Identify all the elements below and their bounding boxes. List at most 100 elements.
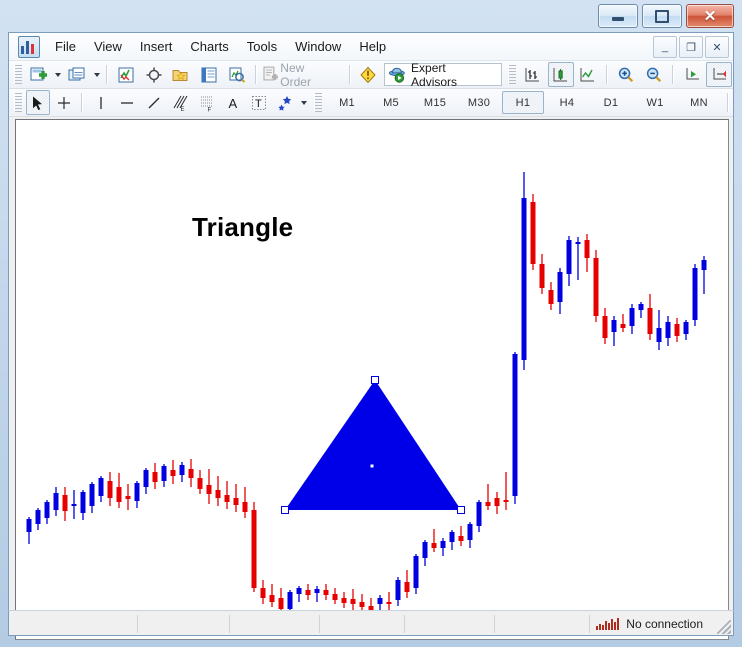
new-order-button[interactable]: New Order: [261, 60, 345, 89]
text-button[interactable]: A: [221, 90, 245, 115]
timeframe-h1[interactable]: H1: [502, 91, 545, 114]
chart-canvas[interactable]: Triangle: [16, 120, 728, 639]
cursor-button[interactable]: [25, 90, 51, 115]
mdi-minimize-button[interactable]: _: [653, 36, 677, 58]
fibonacci-button[interactable]: F: [194, 90, 218, 115]
timeframe-d1[interactable]: D1: [590, 91, 632, 114]
svg-text:A: A: [229, 96, 238, 111]
menu-item-file[interactable]: File: [46, 35, 85, 58]
new-order-label: New Order: [280, 60, 311, 89]
connection-status-label: No connection: [626, 617, 703, 631]
timeframe-m5[interactable]: M5: [370, 91, 412, 114]
zoom-out-button[interactable]: [641, 62, 667, 87]
text-label-button[interactable]: T: [247, 90, 271, 115]
data-window-button[interactable]: [141, 62, 167, 87]
toolbar-separator: [606, 65, 609, 84]
menu-item-charts[interactable]: Charts: [181, 35, 237, 58]
app-logo-icon: [18, 35, 40, 58]
shapes-dropdown[interactable]: [299, 91, 309, 114]
toolbar-grip[interactable]: [314, 93, 323, 112]
window-restore-button[interactable]: [642, 4, 682, 28]
timeframe-w1[interactable]: W1: [634, 91, 676, 114]
status-bar: No connection: [8, 610, 734, 636]
trendline-button[interactable]: [141, 90, 165, 115]
toolbar-separator: [727, 93, 729, 112]
signal-bars-icon: [596, 618, 620, 630]
strategy-tester-button[interactable]: [224, 62, 250, 87]
line-chart-button[interactable]: [576, 62, 602, 87]
text-icon: A: [229, 96, 238, 111]
toolbar-separator: [254, 65, 257, 84]
horizontal-line-button[interactable]: [115, 90, 139, 115]
timeframe-mn[interactable]: MN: [678, 91, 720, 114]
connection-status[interactable]: No connection: [596, 611, 703, 637]
timeframe-h4[interactable]: H4: [546, 91, 588, 114]
svg-text:E: E: [181, 107, 185, 112]
toolbar-grip[interactable]: [14, 65, 22, 84]
alerts-button[interactable]: [356, 62, 382, 87]
vertical-line-icon: [100, 96, 102, 109]
application-client-area: File View Insert Charts Tools Window Hel…: [8, 32, 734, 640]
equidistant-channel-button[interactable]: E: [168, 90, 192, 115]
crosshair-button[interactable]: [52, 90, 76, 115]
text-label-icon: T: [252, 95, 267, 110]
horizontal-line-icon: [121, 101, 134, 104]
window-minimize-button[interactable]: [598, 4, 638, 28]
timeframe-m15[interactable]: M15: [414, 91, 456, 114]
navigator-button[interactable]: [168, 62, 194, 87]
expert-advisors-icon: [389, 67, 406, 83]
profiles-button[interactable]: [64, 62, 90, 87]
mdi-restore-button[interactable]: ❐: [679, 36, 703, 58]
window-controls: ✕: [598, 4, 734, 28]
timeframe-m1[interactable]: M1: [326, 91, 368, 114]
timeframe-m30[interactable]: M30: [458, 91, 500, 114]
candlestick-chart-button[interactable]: [547, 62, 574, 87]
chart-annotation-label: Triangle: [192, 212, 294, 242]
toolbar-separator: [671, 65, 674, 84]
status-separator: [404, 615, 405, 633]
shapes-button[interactable]: [274, 90, 298, 115]
auto-scroll-button[interactable]: [679, 62, 705, 87]
new-chart-dropdown[interactable]: [53, 63, 64, 86]
status-separator: [229, 615, 230, 633]
toolbar-separator: [106, 65, 109, 84]
toolbar-separator: [81, 93, 84, 112]
trendline-icon: [148, 97, 160, 108]
status-separator: [589, 615, 590, 633]
terminal-button[interactable]: [196, 62, 222, 87]
resize-grip[interactable]: [717, 620, 731, 634]
mdi-close-button[interactable]: ✕: [705, 36, 729, 58]
toolbar-separator: [348, 65, 351, 84]
toolbar-grip[interactable]: [508, 65, 517, 84]
fibonacci-icon: F: [200, 96, 212, 112]
cursor-icon: [32, 96, 42, 110]
zoom-in-button[interactable]: [613, 62, 639, 87]
bar-chart-button[interactable]: [520, 62, 546, 87]
toolbar-grip[interactable]: [14, 93, 22, 112]
mt4-application-window: ✕ File View Insert Charts Tools Window H…: [0, 0, 742, 647]
triangle-object[interactable]: [16, 120, 728, 639]
minimize-icon: [612, 17, 624, 21]
new-order-icon: [263, 66, 278, 80]
window-title-bar: ✕: [0, 0, 742, 32]
profiles-dropdown[interactable]: [91, 63, 102, 86]
chart-shift-button[interactable]: [706, 62, 733, 87]
menu-item-help[interactable]: Help: [350, 35, 395, 58]
chart-window[interactable]: Triangle: [15, 119, 729, 640]
menu-item-view[interactable]: View: [85, 35, 131, 58]
vertical-line-button[interactable]: [88, 90, 112, 115]
market-watch-button[interactable]: [113, 62, 139, 87]
menu-item-window[interactable]: Window: [286, 35, 350, 58]
window-close-button[interactable]: ✕: [686, 4, 734, 28]
expert-advisors-button[interactable]: Expert Advisors: [384, 61, 503, 89]
line-studies-toolbar: E F A T M1 M5 M15 M30 H1 H4 D1 W1 MN: [9, 89, 733, 117]
menu-item-insert[interactable]: Insert: [131, 35, 182, 58]
equidistant-channel-icon: E: [173, 95, 188, 112]
standard-toolbar: New Order Expert Advisors: [9, 61, 733, 89]
new-chart-button[interactable]: [26, 62, 52, 87]
status-separator: [494, 615, 495, 633]
shapes-icon: [278, 95, 292, 111]
menu-item-tools[interactable]: Tools: [238, 35, 286, 58]
status-separator: [319, 615, 320, 633]
svg-text:F: F: [207, 107, 211, 112]
